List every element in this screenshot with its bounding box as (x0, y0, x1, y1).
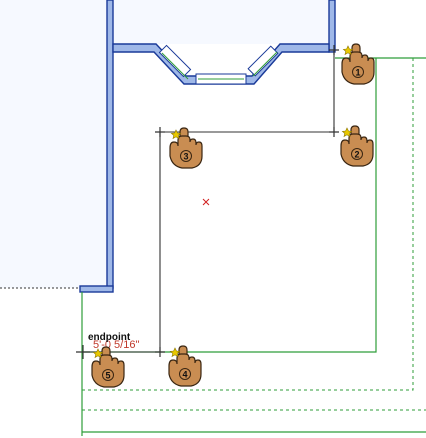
marker-number: 1 (355, 68, 360, 78)
green-boundary (81, 57, 426, 436)
room-fill-top (113, 0, 329, 44)
crosshair-icon (76, 45, 339, 359)
dashed-boundary (82, 58, 426, 411)
snap-label: endpoint (88, 332, 131, 343)
marker-number: 4 (182, 370, 187, 380)
sketch-lines (84, 50, 335, 353)
drawing-canvas[interactable]: 5'-0 5/16" endpoint 1 2 3 4 5 (0, 0, 426, 438)
marker-number: 2 (354, 150, 359, 160)
wall-right-vertical[interactable] (328, 0, 336, 53)
hand-pointer-icon[interactable]: 2 (340, 125, 374, 167)
hand-pointer-icon[interactable]: 3 (169, 127, 203, 169)
hand-pointer-icon[interactable]: 1 (341, 43, 375, 85)
marker-number: 3 (183, 152, 188, 162)
wall-left-vertical[interactable] (106, 0, 114, 289)
hand-pointer-icon[interactable]: 5 (91, 346, 125, 388)
window-center[interactable] (195, 73, 247, 85)
wall-left-bottom[interactable] (79, 285, 114, 293)
room-fill-left (0, 0, 107, 288)
marker-number: 5 (105, 371, 110, 381)
center-point-icon (202, 198, 210, 206)
